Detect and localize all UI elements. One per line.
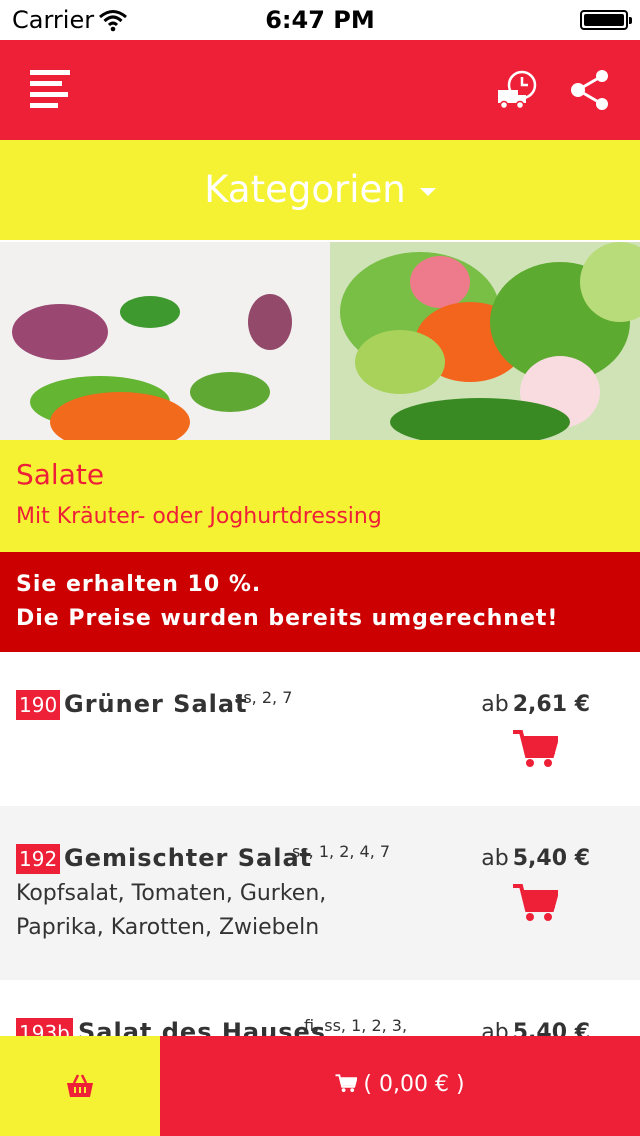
categories-label: Kategorien [204,168,406,211]
menu-item[interactable]: 193b Salat des Hauses fi, ss, 1, 2, 3, a… [0,980,640,1036]
item-price: ab 5,40 € [481,846,590,871]
price-value: 2,61 € [512,692,590,717]
price-value: 5,40 € [512,846,590,871]
category-description: Mit Kräuter- oder Joghurtdressing [16,504,382,529]
status-bar: Carrier 6:47 PM [0,0,640,40]
chevron-down-icon [419,187,436,196]
menu-item[interactable]: 192 Gemischter Salat ss, 1, 2, 4, 7 Kopf… [0,806,640,980]
category-header: Salate Mit Kräuter- oder Joghurtdressing [0,440,640,552]
categories-dropdown[interactable]: Kategorien [0,140,640,240]
discount-line-2: Die Preise wurden bereits umgerechnet! [16,606,559,631]
item-name: Gemischter Salat [64,844,313,872]
item-allergens: ss, 2, 7 [235,688,293,707]
basket-icon [67,1074,93,1097]
discount-notice: Sie erhalten 10 %. Die Preise wurden ber… [0,552,640,652]
item-name: Salat des Hauses [78,1018,327,1036]
price-prefix: ab [481,846,509,871]
price-value: 5,40 € [512,1020,590,1036]
item-price: ab 2,61 € [481,692,590,717]
item-number: 192 [16,844,61,874]
category-title: Salate [16,458,105,491]
basket-button[interactable] [0,1036,160,1136]
cart-total: ( 0,00 € ) [363,1072,465,1097]
item-allergens: ss, 1, 2, 4, 7 [292,842,391,861]
price-prefix: ab [481,1020,509,1036]
item-number: 190 [16,690,61,720]
menu-icon[interactable] [30,70,70,110]
item-price: ab 5,40 € [481,1020,590,1036]
menu-item[interactable]: 190 Grüner Salat ss, 2, 7 ab 2,61 € [0,652,640,806]
share-icon[interactable] [568,68,612,112]
item-description: Kopfsalat, Tomaten, Gurken, Paprika, Kar… [16,881,327,940]
top-bar [0,40,640,140]
price-prefix: ab [481,692,509,717]
item-number: 193b [16,1018,73,1036]
bottom-bar: ( 0,00 € ) [0,1036,640,1136]
category-banner-image [0,242,640,440]
item-name: Grüner Salat [64,690,248,718]
delivery-clock-icon[interactable] [496,70,540,110]
clock: 6:47 PM [265,6,375,34]
item-allergens: fi, ss, 1, 2, 3, [304,1016,408,1035]
cart-icon [335,1074,359,1093]
add-to-cart-icon[interactable] [512,882,558,922]
add-to-cart-icon[interactable] [512,728,558,768]
discount-line-1: Sie erhalten 10 %. [16,572,262,597]
cart-total-button[interactable]: ( 0,00 € ) [160,1036,640,1136]
battery-icon [580,10,632,30]
